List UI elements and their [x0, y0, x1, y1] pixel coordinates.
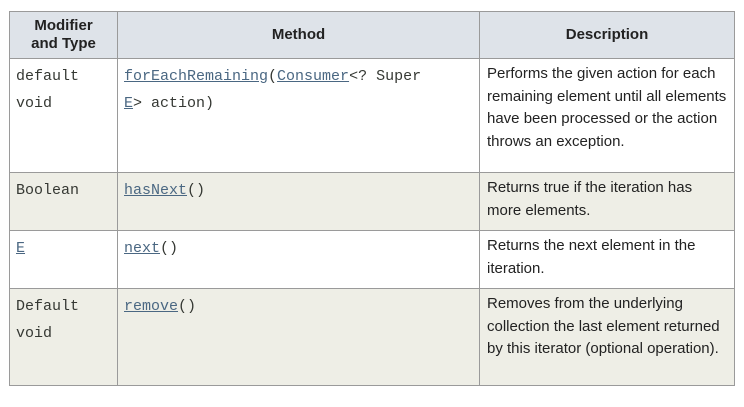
modifier-line1: Default — [16, 298, 80, 315]
modifier-line1: default — [16, 68, 80, 85]
method-parens: () — [160, 240, 179, 257]
type-link-consumer[interactable]: Consumer — [277, 68, 349, 85]
modifier-header-line2: and Type — [31, 35, 96, 52]
method-cell: remove() — [117, 288, 480, 386]
table-row: Boolean hasNext() Returns true if the it… — [9, 172, 735, 231]
method-cell: forEachRemaining(Consumer<? Super E> acti… — [117, 58, 480, 173]
method-link-hasNext[interactable]: hasNext — [124, 182, 187, 199]
modifier-cell: E — [9, 230, 118, 289]
table-row: Default void remove() Removes from the u… — [9, 288, 735, 386]
modifier-type-header: Modifier and Type — [9, 11, 118, 59]
param-mid: <? Super — [349, 68, 422, 85]
type-link-e[interactable]: E — [16, 240, 25, 257]
modifier-cell: Boolean — [9, 172, 118, 231]
description-cell: Returns true if the iteration has more e… — [479, 172, 735, 231]
table-header-row: Modifier and Type Method Description — [9, 11, 735, 59]
method-parens: () — [178, 298, 197, 315]
method-cell: hasNext() — [117, 172, 480, 231]
modifier-cell: Default void — [9, 288, 118, 386]
method-header: Method — [117, 11, 480, 59]
modifier-header-line1: Modifier — [34, 17, 93, 34]
description-cell: Returns the next element in the iteratio… — [479, 230, 735, 289]
modifier-line2: void — [16, 325, 53, 342]
method-cell: next() — [117, 230, 480, 289]
method-summary-table: Modifier and Type Method Description def… — [9, 11, 735, 386]
description-cell: Performs the given action for each remai… — [479, 58, 735, 173]
param-rest: > action) — [133, 95, 215, 112]
modifier-line2: void — [16, 95, 53, 112]
method-link-remove[interactable]: remove — [124, 298, 178, 315]
modifier-cell: default void — [9, 58, 118, 173]
method-parens: () — [187, 182, 206, 199]
description-cell: Removes from the underlying collection t… — [479, 288, 735, 386]
method-link-forEachRemaining[interactable]: forEachRemaining — [124, 68, 268, 85]
method-link-next[interactable]: next — [124, 240, 160, 257]
table-row: default void forEachRemaining(Consumer<?… — [9, 58, 735, 173]
description-header: Description — [479, 11, 735, 59]
type-link-e[interactable]: E — [124, 95, 133, 112]
page: { "headers": { "modifier_line1": "Modifi… — [0, 0, 744, 407]
table-row: E next() Returns the next element in the… — [9, 230, 735, 289]
